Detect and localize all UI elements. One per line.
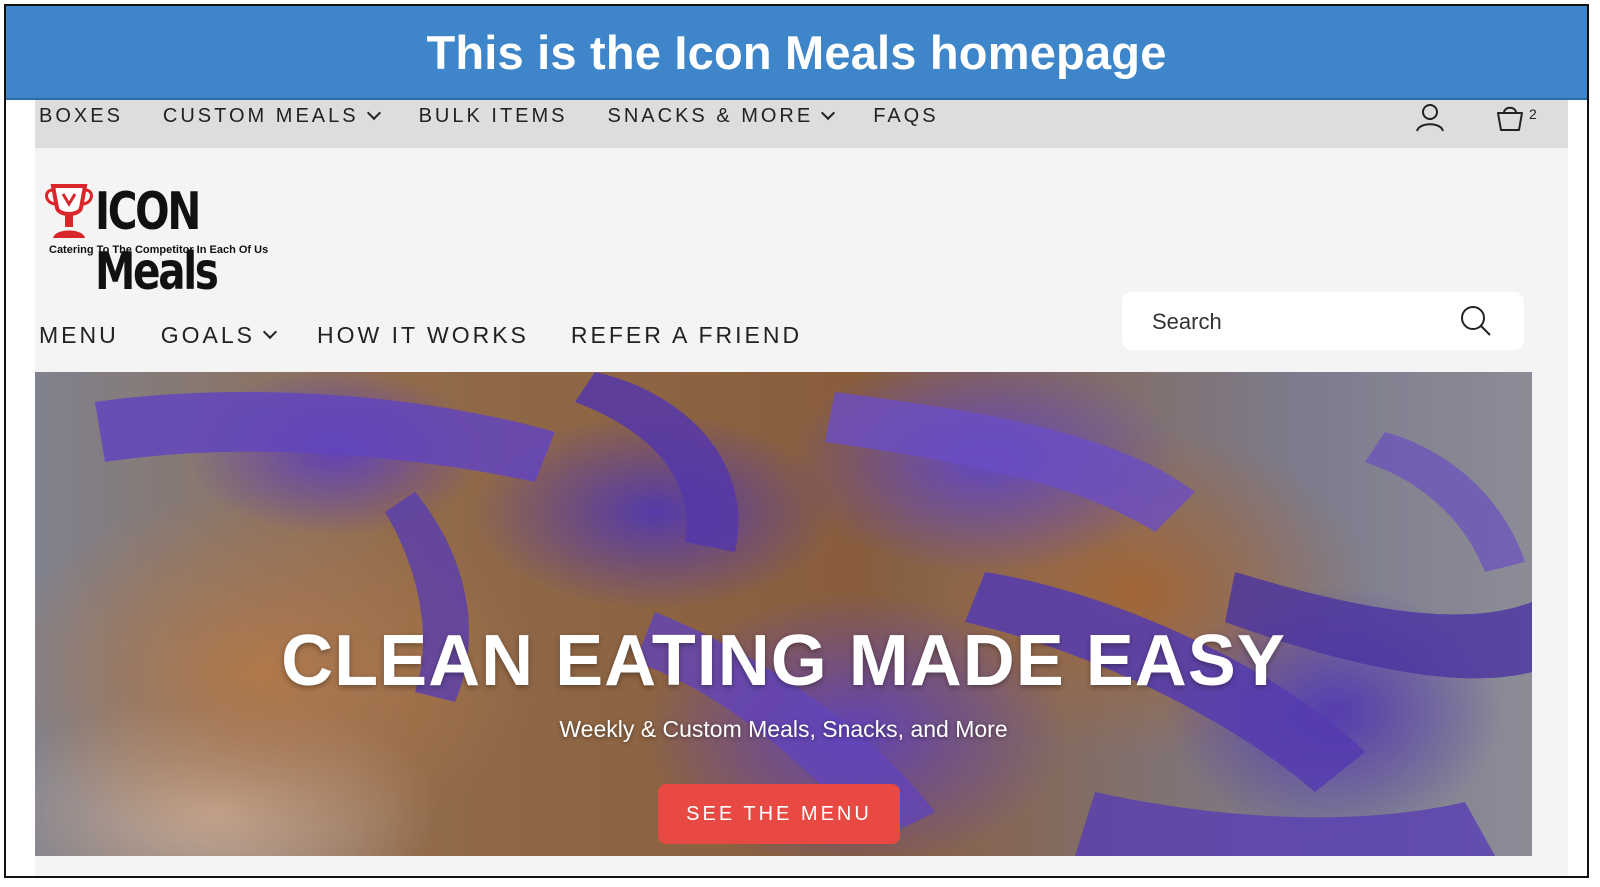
caption-banner: This is the Icon Meals homepage <box>6 6 1587 100</box>
hero-subtitle: Weekly & Custom Meals, Snacks, and More <box>559 716 1008 742</box>
chevron-down-icon <box>821 105 836 121</box>
top-nav: BOXES CUSTOM MEALS BULK ITEMS SNACKS & M… <box>39 100 979 132</box>
mainnav-item-label: MENU <box>39 321 119 348</box>
chevron-down-icon <box>366 105 381 121</box>
mainnav-item-menu[interactable]: MENU <box>39 322 119 349</box>
mainnav-item-label: HOW IT WORKS <box>317 321 529 348</box>
cart-icon[interactable] <box>1495 102 1525 132</box>
topnav-item-label: BOXES <box>39 104 123 127</box>
mainnav-item-refer-a-friend[interactable]: REFER A FRIEND <box>571 322 802 349</box>
logo-wordmark: ICON Meals <box>95 182 219 302</box>
topnav-item-faqs[interactable]: FAQS <box>873 105 938 128</box>
search-icon[interactable] <box>1459 304 1493 338</box>
see-the-menu-button[interactable]: SEE THE MENU <box>658 784 900 844</box>
search-box <box>1122 292 1524 350</box>
topnav-item-boxes[interactable]: BOXES <box>39 105 123 128</box>
icon-meals-logo[interactable]: ICON Meals Catering To The Competitor In… <box>43 180 275 302</box>
hero-banner: CLEAN EATING MADE EASY Weekly & Custom M… <box>35 372 1532 856</box>
mainnav-item-label: REFER A FRIEND <box>570 321 803 348</box>
main-nav: MENU GOALS HOW IT WORKS REFER A FRIEND <box>39 318 844 352</box>
mainnav-item-goals[interactable]: GOALS <box>160 321 278 349</box>
search-input[interactable] <box>1150 304 1464 340</box>
mainnav-item-label: GOALS <box>160 321 255 348</box>
chevron-down-icon <box>262 324 278 340</box>
top-utility-bar: BOXES CUSTOM MEALS BULK ITEMS SNACKS & M… <box>35 100 1568 148</box>
topnav-item-label: FAQS <box>873 104 939 127</box>
screenshot-frame: This is the Icon Meals homepage BOXES CU… <box>4 4 1589 878</box>
hero-title: CLEAN EATING MADE EASY <box>281 621 1286 701</box>
cart-count-badge: 2 <box>1529 106 1537 122</box>
topnav-item-label: CUSTOM MEALS <box>162 104 359 127</box>
logo-tagline: Catering To The Competitor In Each Of Us <box>49 244 269 256</box>
mainnav-item-how-it-works[interactable]: HOW IT WORKS <box>317 322 529 349</box>
topnav-item-label: BULK ITEMS <box>418 104 568 127</box>
trophy-icon <box>45 184 93 238</box>
caption-title: This is the Icon Meals homepage <box>426 25 1167 79</box>
topnav-item-custom-meals[interactable]: CUSTOM MEALS <box>162 104 381 128</box>
topnav-item-bulk-items[interactable]: BULK ITEMS <box>419 105 568 128</box>
topnav-item-label: SNACKS & MORE <box>607 104 814 127</box>
user-icon[interactable] <box>1415 102 1445 132</box>
website: BOXES CUSTOM MEALS BULK ITEMS SNACKS & M… <box>35 100 1568 876</box>
topnav-item-snacks-more[interactable]: SNACKS & MORE <box>607 104 836 128</box>
